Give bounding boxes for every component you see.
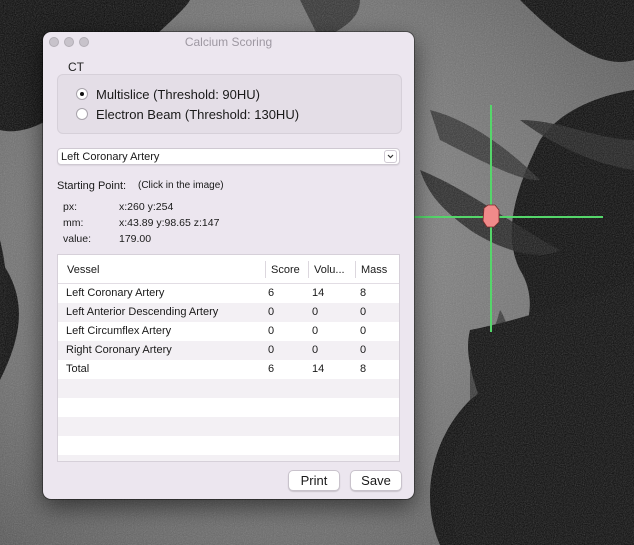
cell-score: 0: [268, 344, 275, 356]
chevron-down-icon[interactable]: [384, 150, 397, 163]
cell-vessel: Left Circumflex Artery: [66, 325, 172, 337]
starting-point-hint: (Click in the image): [138, 180, 224, 191]
mm-label: mm:: [63, 217, 84, 229]
empty-table-row: [58, 398, 399, 417]
calcium-scoring-window: Calcium Scoring CT Multislice (Threshold…: [43, 32, 414, 499]
table-row[interactable]: Right Coronary Artery 0 0 0: [58, 341, 399, 360]
cell-vessel: Right Coronary Artery: [66, 344, 172, 356]
cell-volume: 0: [312, 306, 319, 318]
table-row[interactable]: Left Anterior Descending Artery 0 0 0: [58, 303, 399, 322]
title-bar[interactable]: Calcium Scoring: [43, 32, 414, 52]
vessel-select[interactable]: Left Coronary Artery: [57, 148, 400, 165]
cell-vessel: Left Coronary Artery: [66, 287, 165, 299]
cell-mass: 0: [360, 306, 367, 318]
value-value: 179.00: [119, 233, 152, 245]
cell-mass: 0: [360, 325, 367, 337]
empty-table-row: [58, 417, 399, 436]
cell-mass: 8: [360, 287, 367, 299]
column-header-score[interactable]: Score: [271, 264, 300, 276]
cell-vessel: Left Anterior Descending Artery: [66, 306, 219, 318]
cell-score: 0: [268, 325, 275, 337]
table-row[interactable]: Left Circumflex Artery 0 0 0: [58, 322, 399, 341]
table-row[interactable]: Left Coronary Artery 6 14 8: [58, 284, 399, 303]
column-header-vessel[interactable]: Vessel: [67, 264, 99, 276]
starting-point-label: Starting Point:: [57, 180, 127, 192]
electron-beam-radio[interactable]: [76, 108, 88, 120]
cell-score: 0: [268, 306, 275, 318]
px-label: px:: [63, 201, 78, 213]
column-divider[interactable]: [265, 261, 266, 278]
empty-table-row: [58, 436, 399, 455]
ct-type-group: Multislice (Threshold: 90HU) Electron Be…: [57, 74, 402, 134]
empty-table-row: [58, 455, 399, 461]
column-header-mass[interactable]: Mass: [361, 264, 387, 276]
vessel-select-value: Left Coronary Artery: [61, 151, 160, 163]
cell-volume: 14: [312, 287, 325, 299]
cell-score: 6: [268, 287, 275, 299]
cell-score: 6: [268, 363, 275, 375]
ct-group-label: CT: [68, 60, 84, 74]
calcium-marker: [482, 204, 500, 228]
multislice-radio[interactable]: [76, 88, 88, 100]
column-header-volume[interactable]: Volu...: [314, 264, 345, 276]
cell-volume: 0: [312, 344, 319, 356]
cell-mass: 8: [360, 363, 367, 375]
cell-vessel: Total: [66, 363, 90, 375]
window-title: Calcium Scoring: [184, 35, 273, 49]
column-divider[interactable]: [355, 261, 356, 278]
save-button[interactable]: Save: [350, 470, 402, 491]
mm-value: x:43.89 y:98.65 z:147: [119, 217, 220, 229]
px-value: x:260 y:254: [119, 201, 174, 213]
multislice-radio-label[interactable]: Multislice (Threshold: 90HU): [96, 87, 260, 102]
column-divider[interactable]: [308, 261, 309, 278]
cell-volume: 14: [312, 363, 325, 375]
value-label: value:: [63, 233, 92, 245]
empty-table-row: [58, 379, 399, 398]
cell-mass: 0: [360, 344, 367, 356]
results-table[interactable]: Vessel Score Volu... Mass Left Coronary …: [57, 254, 400, 462]
table-row[interactable]: Total 6 14 8: [58, 360, 399, 379]
print-button[interactable]: Print: [288, 470, 340, 491]
cell-volume: 0: [312, 325, 319, 337]
electron-beam-radio-label[interactable]: Electron Beam (Threshold: 130HU): [96, 107, 299, 122]
table-header: Vessel Score Volu... Mass: [58, 255, 399, 284]
